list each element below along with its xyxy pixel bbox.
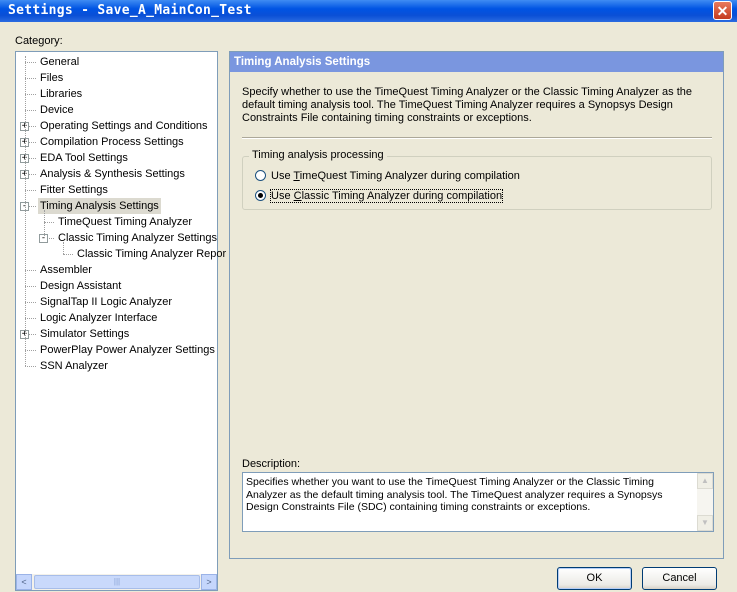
tree-connector [44, 222, 54, 223]
description-text: Specifies whether you want to use the Ti… [246, 476, 663, 513]
radio-timequest-icon[interactable] [255, 170, 266, 181]
scroll-left-icon[interactable]: < [16, 574, 32, 590]
ok-button[interactable]: OK [557, 567, 632, 590]
tree-item[interactable]: SSN Analyzer [38, 358, 110, 374]
tree-item[interactable]: TimeQuest Timing Analyzer [56, 214, 194, 230]
tree-horizontal-scrollbar[interactable]: < ||| > [16, 574, 217, 590]
tree-item[interactable]: Fitter Settings [38, 182, 110, 198]
tree-item[interactable]: Timing Analysis Settings [38, 198, 161, 214]
panel-intro-text: Specify whether to use the TimeQuest Tim… [242, 86, 692, 124]
tree-item[interactable]: Design Assistant [38, 278, 123, 294]
tree-connector [63, 254, 73, 255]
group-legend: Timing analysis processing [249, 149, 387, 161]
tree-guide [63, 242, 64, 254]
panel-header: Timing Analysis Settings [230, 52, 723, 72]
timing-processing-group: Timing analysis processing Use TimeQuest… [242, 149, 712, 210]
close-icon[interactable]: ✕ [713, 1, 732, 20]
tree-connector [25, 286, 36, 287]
tree-item[interactable]: SignalTap II Logic Analyzer [38, 294, 174, 310]
tree-connector [25, 270, 36, 271]
tree-item[interactable]: Files [38, 70, 65, 86]
category-label: Category: [15, 35, 63, 47]
tree-item[interactable]: General [38, 54, 81, 70]
tree-connector [25, 366, 36, 367]
tree-item[interactable]: Simulator Settings [38, 326, 131, 342]
tree-item[interactable]: PowerPlay Power Analyzer Settings [38, 342, 217, 358]
tree-connector [25, 302, 36, 303]
radio-classic-label: Use Classic Timing Analyzer during compi… [269, 189, 504, 203]
tree-item[interactable]: Libraries [38, 86, 84, 102]
tree-item[interactable]: Classic Timing Analyzer Settings [56, 230, 219, 246]
tree-item[interactable]: Compilation Process Settings [38, 134, 186, 150]
tree-item[interactable]: Analysis & Synthesis Settings [38, 166, 187, 182]
window-title: Settings - Save_A_MainCon_Test [8, 3, 252, 18]
tree-connector [25, 350, 36, 351]
tree-guide [44, 210, 45, 238]
radio-timequest-label: Use TimeQuest Timing Analyzer during com… [271, 170, 520, 182]
scroll-down-icon[interactable]: ▼ [697, 515, 713, 531]
description-label: Description: [242, 458, 301, 470]
title-bar: Settings - Save_A_MainCon_Test ✕ [0, 0, 737, 22]
scroll-right-icon[interactable]: > [201, 574, 217, 590]
radio-classic-icon[interactable] [255, 190, 266, 201]
category-tree[interactable]: < ||| > General Files Libraries Device Opera… [15, 51, 226, 591]
description-box: Specifies whether you want to use the Ti… [242, 472, 714, 532]
tree-connector [25, 62, 36, 63]
radio-classic[interactable]: Use Classic Timing Analyzer during compi… [255, 188, 504, 204]
tree-item[interactable]: Device [38, 102, 76, 118]
description-scrollbar[interactable]: ▲ ▼ [697, 473, 713, 531]
tree-connector [25, 110, 36, 111]
tree-item[interactable]: Classic Timing Analyzer Repor [75, 246, 228, 262]
tree-connector [25, 94, 36, 95]
radio-timequest[interactable]: Use TimeQuest Timing Analyzer during com… [255, 168, 520, 184]
scroll-up-icon[interactable]: ▲ [697, 473, 713, 489]
cancel-button[interactable]: Cancel [642, 567, 717, 590]
tree-item[interactable]: EDA Tool Settings [38, 150, 130, 166]
tree-item[interactable]: Operating Settings and Conditions [38, 118, 210, 134]
settings-panel: Timing Analysis Settings Specify whether… [229, 51, 724, 559]
tree-connector [25, 78, 36, 79]
scroll-thumb[interactable]: ||| [34, 575, 200, 589]
tree-guide [25, 56, 26, 366]
tree-connector [25, 318, 36, 319]
tree-connector [25, 190, 36, 191]
divider [242, 137, 712, 139]
tree-item[interactable]: Logic Analyzer Interface [38, 310, 159, 326]
tree-item[interactable]: Assembler [38, 262, 94, 278]
